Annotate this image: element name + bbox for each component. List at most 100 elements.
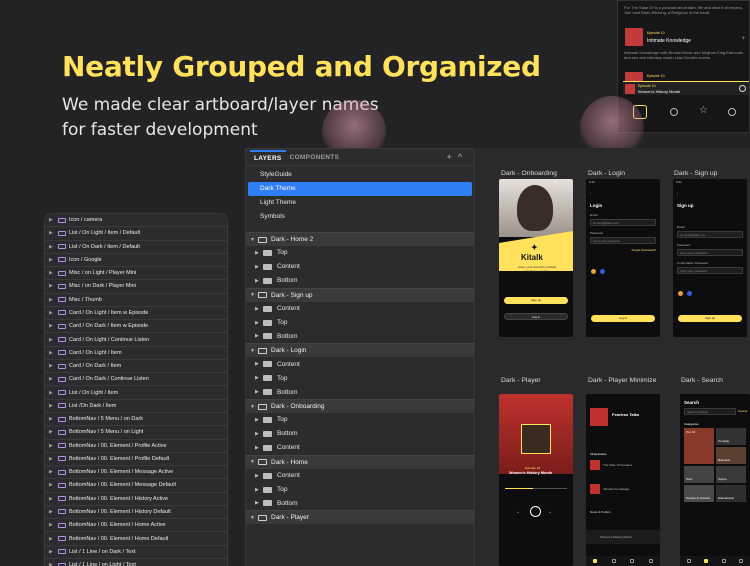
category-card[interactable]: Educational <box>716 485 746 502</box>
expand-caret-icon[interactable]: ▶ <box>49 562 56 566</box>
tab-components[interactable]: COMPONENTS <box>286 154 344 161</box>
expand-caret-icon[interactable]: ▶ <box>49 482 56 488</box>
group-row[interactable]: ▶ Top <box>246 316 474 330</box>
symbol-row[interactable]: ▶ BottomNav / 00. Element / Message Activ… <box>45 466 227 480</box>
login-artboard[interactable]: 9:41 ‹ Login Email dc.dev@kitalk.com Pas… <box>586 179 660 337</box>
expand-caret-icon[interactable]: ▶ <box>255 250 263 256</box>
expand-caret-icon[interactable]: ▶ <box>49 522 56 528</box>
expand-caret-icon[interactable]: ▶ <box>49 536 56 542</box>
symbol-row[interactable]: ▶ Misc / on Light / Player Mini <box>45 267 227 281</box>
expand-caret-icon[interactable]: ▶ <box>255 500 263 506</box>
category-card[interactable]: Top 10 <box>684 428 714 464</box>
home-nav-icon[interactable] <box>633 105 647 119</box>
expand-caret-icon[interactable]: ▶ <box>255 320 263 326</box>
expand-caret-icon[interactable]: ▶ <box>255 361 263 367</box>
artboard-row[interactable]: ▼ Dark - Onboarding <box>246 399 474 414</box>
expand-caret-icon[interactable]: ▶ <box>255 264 263 270</box>
symbol-row[interactable]: ▶ Misc / on Dark / Player Mini <box>45 280 227 294</box>
onboarding-artboard[interactable]: ✦ Kitalk Listen your favourite podcast a… <box>499 179 573 337</box>
artboard-row[interactable]: ▼ Dark - Sign up <box>246 287 474 302</box>
expand-caret-icon[interactable]: ▶ <box>49 509 56 515</box>
expand-caret-icon[interactable]: ▶ <box>49 469 56 475</box>
group-row[interactable]: ▶ Bottom <box>246 385 474 399</box>
expand-caret-icon[interactable]: ▶ <box>49 337 56 343</box>
cancel-link[interactable]: Cancel <box>738 409 747 413</box>
category-card[interactable]: Comedy <box>716 428 746 445</box>
symbol-row[interactable]: ▶ BottomNav / 00. Element / Home Active <box>45 519 227 533</box>
group-row[interactable]: ▶ Content <box>246 260 474 274</box>
symbol-row[interactable]: ▶ List / On Light / Item / Default <box>45 227 227 241</box>
group-row[interactable]: ▶ Content <box>246 441 474 455</box>
expand-caret-icon[interactable]: ▶ <box>255 487 263 493</box>
page-item[interactable]: Light Theme <box>248 196 472 210</box>
star-nav-icon[interactable]: ☆ <box>699 105 708 116</box>
expand-caret-icon[interactable]: ▼ <box>250 237 258 243</box>
expand-caret-icon[interactable]: ▶ <box>49 310 56 316</box>
confirm-password-field[interactable]: Input your password <box>677 267 743 274</box>
progress-track[interactable] <box>505 488 567 489</box>
group-row[interactable]: ▶ Top <box>246 483 474 497</box>
artboard-row[interactable]: ▼ Dark - Home <box>246 454 474 469</box>
group-row[interactable]: ▶ Top <box>246 413 474 427</box>
expand-caret-icon[interactable]: ▶ <box>49 217 56 223</box>
group-row[interactable]: ▶ Bottom <box>246 496 474 510</box>
expand-caret-icon[interactable]: ▶ <box>49 549 56 555</box>
symbol-row[interactable]: ▶ Card / On Light / Item w Episode <box>45 307 227 321</box>
expand-caret-icon[interactable]: ▼ <box>250 515 258 521</box>
symbol-row[interactable]: ▶ Misc / Thumb <box>45 294 227 307</box>
artboard-row[interactable]: ▼ Dark - Home 2 <box>246 232 474 246</box>
player-minimize-artboard[interactable]: Fearless Talks All Episodes The Sake Of … <box>586 394 660 566</box>
expand-caret-icon[interactable]: ▶ <box>49 283 56 289</box>
page-item[interactable]: Symbols <box>248 210 472 224</box>
category-card[interactable]: Business <box>716 447 746 464</box>
mini-player-bar[interactable]: Women's History Month <box>586 530 660 544</box>
search-artboard[interactable]: Search Search Podcast Cancel Categories … <box>680 394 750 566</box>
search-nav-icon[interactable] <box>611 559 616 563</box>
expand-caret-icon[interactable]: ▶ <box>49 456 56 462</box>
tab-layers[interactable]: LAYERS <box>250 149 286 165</box>
email-field[interactable]: dc.dev@kitalk.com <box>677 231 743 238</box>
expand-caret-icon[interactable]: ▶ <box>49 429 56 435</box>
artboard-row[interactable]: ▼ Dark - Player <box>246 510 474 525</box>
page-item[interactable]: StyleGuide <box>248 168 472 182</box>
expand-caret-icon[interactable]: ▶ <box>255 333 263 339</box>
expand-caret-icon[interactable]: ▼ <box>250 459 258 465</box>
expand-caret-icon[interactable]: ▼ <box>250 348 258 354</box>
google-icon[interactable] <box>678 291 683 296</box>
category-card[interactable]: Tech <box>684 466 714 483</box>
password-field[interactable]: Input your password <box>590 237 656 244</box>
expand-caret-icon[interactable]: ▶ <box>49 230 56 236</box>
symbol-row[interactable]: ▶ BottomNav / 00. Element / Profile Defau… <box>45 453 227 467</box>
symbol-row[interactable]: ▶ Card / On Dark / Item <box>45 360 227 374</box>
expand-caret-icon[interactable]: ▶ <box>49 270 56 276</box>
back-icon[interactable]: ‹ <box>590 191 591 195</box>
mini-player[interactable]: Episode 10 Women's History Month <box>623 81 749 95</box>
expand-caret-icon[interactable]: ▶ <box>255 431 263 437</box>
signup-button[interactable]: Sign up <box>504 297 568 304</box>
expand-caret-icon[interactable]: ▶ <box>49 443 56 449</box>
expand-caret-icon[interactable]: ▶ <box>49 323 56 329</box>
symbol-row[interactable]: ▶ BottomNav / 00. Element / Profile Activ… <box>45 440 227 453</box>
expand-caret-icon[interactable]: ▶ <box>49 390 56 396</box>
category-card[interactable]: Society & Cultural <box>684 485 714 502</box>
forward-icon[interactable]: » <box>549 510 551 514</box>
symbol-row[interactable]: ▶ BottomNav / 00. Element / History Defau… <box>45 506 227 520</box>
group-row[interactable]: ▶ Content <box>246 469 474 483</box>
password-field[interactable]: Input your password <box>677 249 743 256</box>
expand-caret-icon[interactable]: ▶ <box>255 389 263 395</box>
expand-caret-icon[interactable]: ▶ <box>255 445 263 451</box>
expand-caret-icon[interactable]: ▶ <box>255 278 263 284</box>
expand-caret-icon[interactable]: ▶ <box>49 496 56 502</box>
add-icon[interactable]: + <box>741 36 745 42</box>
profile-nav-icon[interactable] <box>728 108 736 116</box>
login-submit-button[interactable]: Log In <box>591 315 655 322</box>
star-nav-icon[interactable] <box>721 559 726 563</box>
expand-caret-icon[interactable]: ▼ <box>250 404 258 410</box>
back-icon[interactable]: ‹ <box>677 191 678 195</box>
expand-caret-icon[interactable]: ▼ <box>250 292 258 298</box>
group-row[interactable]: ▶ Content <box>246 302 474 316</box>
home-nav-icon[interactable] <box>593 559 598 563</box>
expand-caret-icon[interactable]: ▶ <box>49 244 56 250</box>
search-input[interactable]: Search Podcast <box>684 408 736 415</box>
symbol-row[interactable]: ▶ Card / On Dark / Continue Listen <box>45 373 227 387</box>
